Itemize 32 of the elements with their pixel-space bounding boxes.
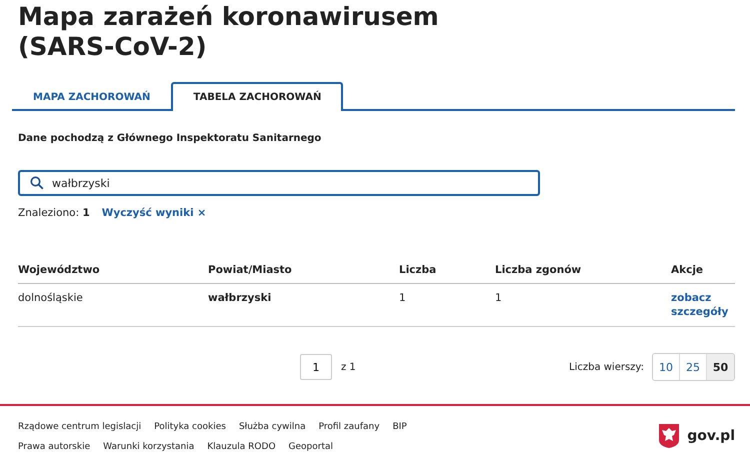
page-title: Mapa zarażeń koronawirusem (SARS-CoV-2) bbox=[18, 1, 440, 62]
details-link[interactable]: zobacz szczegóły bbox=[671, 291, 731, 319]
table-cell-text: 1 bbox=[495, 291, 503, 306]
column-header: Powiat/Miasto bbox=[208, 263, 293, 278]
column-header: Województwo bbox=[18, 263, 101, 278]
page-input[interactable]: 1 bbox=[300, 354, 332, 380]
table-cell-text: dolnośląskie bbox=[18, 291, 84, 306]
rows-label: Liczba wierszy: bbox=[569, 362, 644, 372]
footer-link[interactable]: Klauzula RODO bbox=[207, 442, 276, 452]
column-header: Liczba bbox=[399, 263, 438, 278]
footer-link[interactable]: Prawa autorskie bbox=[18, 442, 90, 452]
search-field[interactable]: wałbrzyski bbox=[18, 170, 540, 196]
column-header: Akcje bbox=[671, 263, 704, 278]
table-cell-text: wałbrzyski bbox=[208, 291, 272, 306]
results-count: Znaleziono: 1 bbox=[18, 207, 90, 219]
clear-results-link[interactable]: Wyczyść wyniki × bbox=[102, 207, 206, 219]
logo-text: gov.pl bbox=[687, 428, 735, 444]
source-note: Dane pochodzą z Głównego Inspektoratu Sanitarnego bbox=[18, 133, 322, 144]
footer-link[interactable]: BIP bbox=[392, 422, 407, 432]
page-size-button[interactable]: 50 bbox=[707, 354, 734, 380]
page-total: z 1 bbox=[341, 362, 356, 372]
footer-link[interactable]: Warunki korzystania bbox=[103, 442, 194, 452]
footer-link[interactable]: Rządowe centrum legislacji bbox=[18, 422, 142, 432]
footer-link[interactable]: Geoportal bbox=[288, 442, 334, 452]
footer-link[interactable]: Profil zaufany bbox=[318, 422, 380, 432]
page-size-button[interactable]: 10 bbox=[653, 354, 680, 380]
column-header: Liczba zgonów bbox=[495, 263, 582, 278]
footer-link[interactable]: Polityka cookies bbox=[154, 422, 226, 432]
tab[interactable]: MAPA ZACHOROWAŃ bbox=[12, 82, 172, 111]
tab[interactable]: TABELA ZACHOROWAŃ bbox=[171, 82, 344, 111]
footer-link[interactable]: Służba cywilna bbox=[238, 422, 306, 432]
table-cell-text: 1 bbox=[399, 291, 407, 306]
